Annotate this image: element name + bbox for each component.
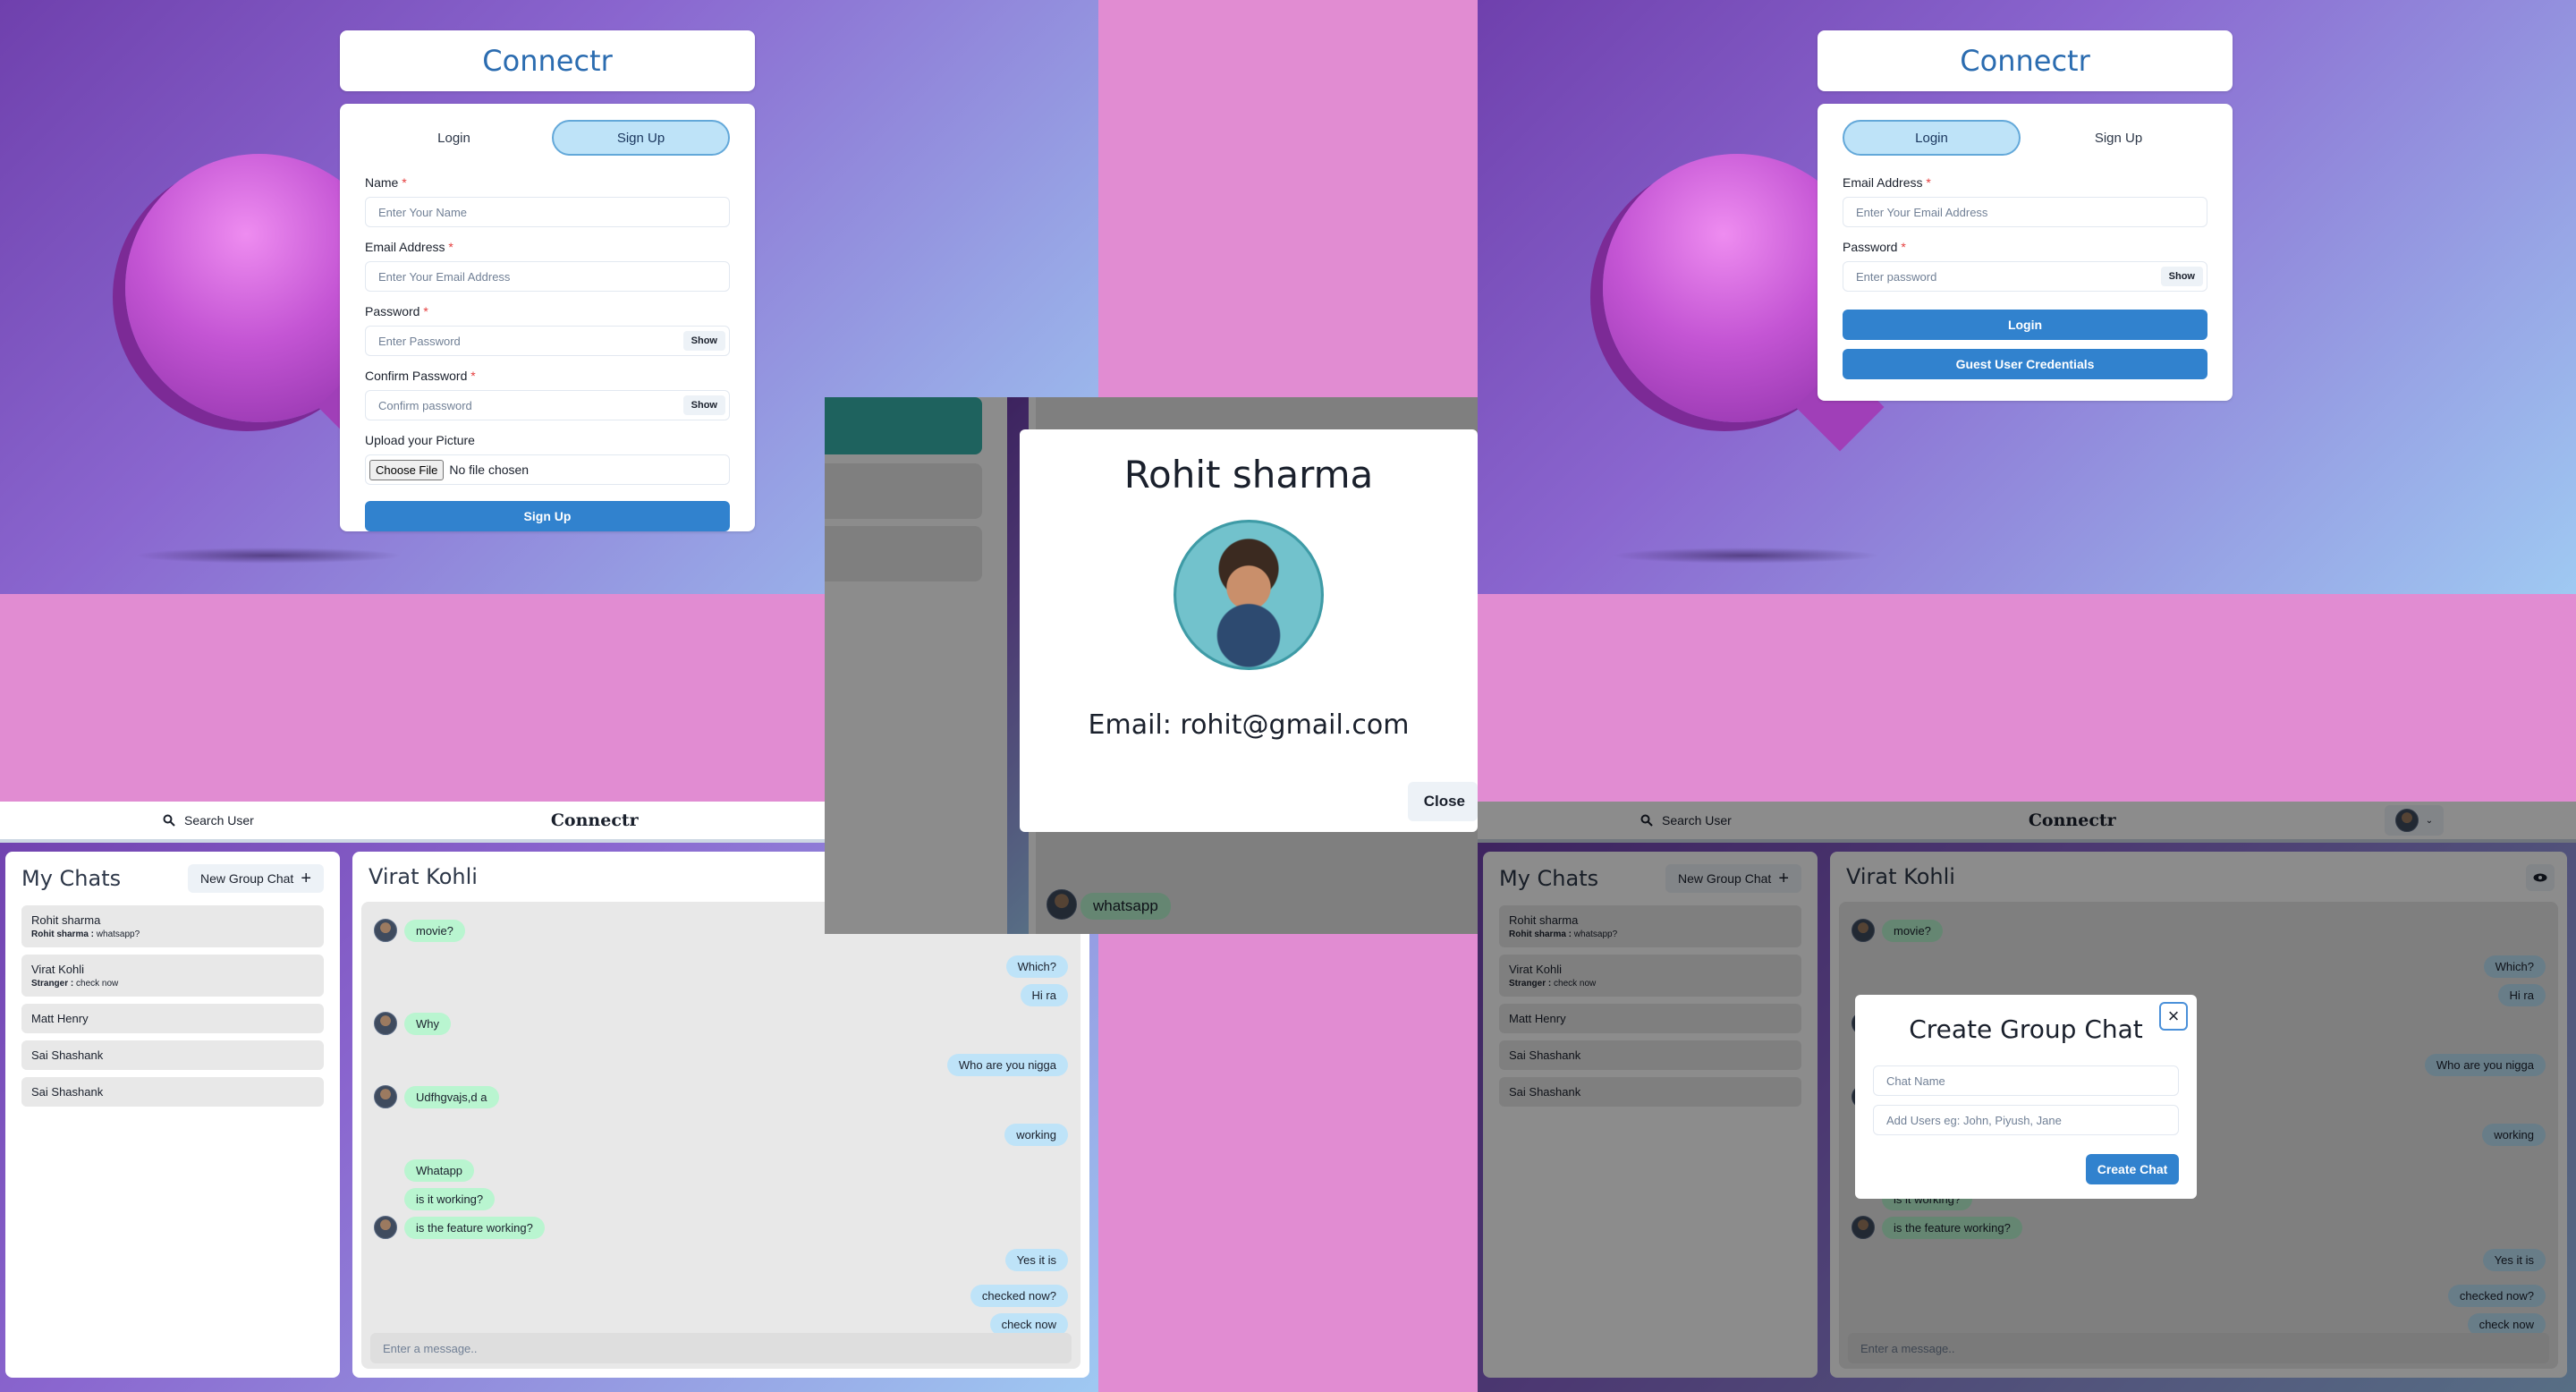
message-bubble: Udfhgvajs,d a <box>404 1086 499 1108</box>
message-bubble: Why <box>404 1013 451 1035</box>
no-file-text: No file chosen <box>449 463 530 477</box>
chat-item[interactable]: Matt Henry <box>21 1004 324 1033</box>
file-input[interactable]: Choose File No file chosen <box>365 454 730 485</box>
new-group-chat-button[interactable]: New Group Chat + <box>188 864 324 893</box>
message-bubble: movie? <box>404 920 465 942</box>
choose-file-button[interactable]: Choose File <box>369 459 445 480</box>
avatar <box>374 1012 397 1035</box>
message-bubble: working <box>1004 1124 1068 1146</box>
guest-credentials-button[interactable]: Guest User Credentials <box>1843 349 2207 379</box>
tab-signup[interactable]: Sign Up <box>552 120 730 156</box>
chat-item[interactable]: Sai Shashank <box>21 1077 324 1107</box>
profile-modal: Rohit sharma Email: rohit@gmail.com Clos… <box>1020 429 1478 832</box>
file-chooser: Choose File No file chosen <box>369 459 530 480</box>
message-area: movie? Which? Hi ra Why Who are you nigga Udf… <box>361 902 1080 1369</box>
tab-login[interactable]: Login <box>365 120 543 156</box>
bubble-shadow <box>134 547 402 564</box>
name-label: Name * <box>365 175 407 190</box>
chat-name-input[interactable]: Chat Name <box>1873 1065 2179 1096</box>
bubble-shadow <box>1612 547 1880 564</box>
close-icon[interactable]: × <box>2159 1002 2188 1031</box>
profile-avatar <box>1174 520 1324 670</box>
chat-preview: Rohit sharma : whatsapp? <box>31 929 140 939</box>
group-chat-screen: Search User Connectr ⌄ My Chats New Grou… <box>1478 802 2576 1392</box>
create-group-modal: × Create Group Chat Chat Name Add Users … <box>1855 995 2197 1199</box>
confirm-password-input[interactable]: Confirm password Show <box>365 390 730 420</box>
search-icon <box>163 814 175 827</box>
avatar <box>374 1216 397 1239</box>
message-bubble: is the feature working? <box>404 1217 545 1239</box>
confirm-password-label: Confirm Password * <box>365 369 476 383</box>
message-bubble: Yes it is <box>1004 1249 1068 1271</box>
login-screen: Connectr Login Sign Up Email Address * E… <box>1478 0 2576 594</box>
message-input[interactable]: Enter a message.. <box>370 1333 1072 1363</box>
show-confirm-button[interactable]: Show <box>682 395 725 415</box>
message-bubble: is it working? <box>404 1188 496 1210</box>
plus-icon: + <box>301 869 311 888</box>
login-card: Login Sign Up Email Address * Enter Your… <box>1818 104 2233 401</box>
signup-button[interactable]: Sign Up <box>365 501 730 531</box>
add-users-input[interactable]: Add Users eg: John, Piyush, Jane <box>1873 1105 2179 1135</box>
profile-screen: whatsapp Rohit sharma Email: rohit@gmail… <box>825 397 1478 934</box>
avatar <box>374 1085 397 1108</box>
search-user-button[interactable]: Search User <box>150 808 267 833</box>
group-modal-title: Create Group Chat <box>1909 1014 2143 1044</box>
profile-email: Email: rohit@gmail.com <box>1088 709 1410 741</box>
chat-preview: Stranger : check now <box>31 979 119 989</box>
signup-card: Login Sign Up Name * Enter Your Name Ema… <box>340 104 755 531</box>
message-bubble: Hi ra <box>1020 984 1068 1006</box>
password-input[interactable]: Enter Password Show <box>365 326 730 356</box>
tab-signup[interactable]: Sign Up <box>2029 120 2207 156</box>
app-logo: Connectr <box>550 811 639 830</box>
create-chat-button[interactable]: Create Chat <box>2086 1154 2179 1184</box>
app-title: Connectr <box>340 30 755 91</box>
app-title: Connectr <box>1818 30 2233 91</box>
auth-tabs: Login Sign Up <box>1843 120 2207 156</box>
message-bubble: Which? <box>1005 955 1068 978</box>
email-label: Email Address * <box>365 240 453 254</box>
tab-login[interactable]: Login <box>1843 120 2021 156</box>
avatar <box>374 919 397 942</box>
chat-item[interactable]: Sai Shashank <box>21 1040 324 1070</box>
message-bubble: checked now? <box>970 1285 1068 1307</box>
chat-item[interactable]: Rohit sharma Rohit sharma : whatsapp? <box>21 905 324 947</box>
my-chats-title: My Chats <box>21 866 122 891</box>
show-password-button[interactable]: Show <box>682 331 725 351</box>
profile-name: Rohit sharma <box>1123 453 1374 497</box>
password-input[interactable]: Enter password Show <box>1843 261 2207 292</box>
password-label: Password * <box>365 304 428 318</box>
email-label: Email Address * <box>1843 175 1931 190</box>
email-input[interactable]: Enter Your Email Address <box>365 261 730 292</box>
message-bubble: Whatapp <box>404 1159 475 1182</box>
show-password-button[interactable]: Show <box>2160 267 2203 286</box>
name-input[interactable]: Enter Your Name <box>365 197 730 227</box>
email-input[interactable]: Enter Your Email Address <box>1843 197 2207 227</box>
my-chats-header: My Chats New Group Chat + <box>21 864 324 893</box>
auth-tabs: Login Sign Up <box>365 120 730 156</box>
message-bubble: Who are you nigga <box>946 1054 1068 1076</box>
chat-item[interactable]: Virat Kohli Stranger : check now <box>21 955 324 997</box>
password-label: Password * <box>1843 240 1906 254</box>
login-button[interactable]: Login <box>1843 310 2207 340</box>
close-button[interactable]: Close <box>1407 782 1478 821</box>
upload-label: Upload your Picture <box>365 433 475 447</box>
my-chats-panel: My Chats New Group Chat + Rohit sharma Roh… <box>5 852 340 1378</box>
